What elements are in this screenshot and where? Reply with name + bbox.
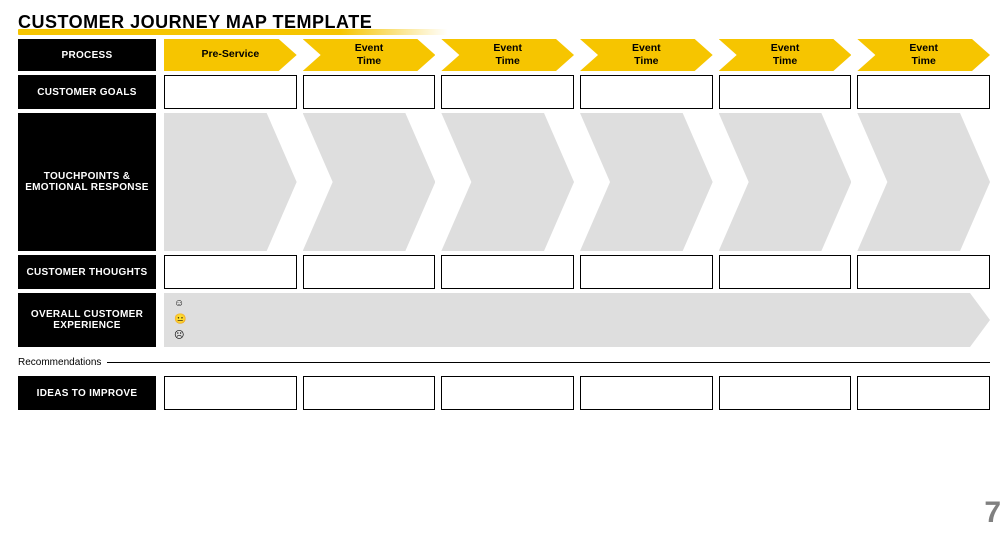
goal-cell[interactable] [580,75,713,109]
thought-cell[interactable] [303,255,436,289]
stage-label: Event Time [355,42,384,68]
stage-event-3: Event Time [580,39,713,71]
recommendations-label: Recommendations [18,357,101,368]
label-overall-experience: OVERALL CUSTOMER EXPERIENCE [18,293,156,347]
label-customer-goals: CUSTOMER GOALS [18,75,156,109]
thought-cell[interactable] [719,255,852,289]
page-title: CUSTOMER JOURNEY MAP TEMPLATE [18,12,990,33]
thought-cell[interactable] [580,255,713,289]
process-stages: Pre-Service Event Time Event Time Event … [164,39,990,71]
goal-cell[interactable] [303,75,436,109]
goal-cell[interactable] [441,75,574,109]
stage-pre-service: Pre-Service [164,39,297,71]
stage-label: Event Time [909,42,938,68]
stage-event-1: Event Time [303,39,436,71]
touchpoint-cell[interactable] [441,113,574,251]
happy-face-icon: ☺ [174,299,990,309]
row-ideas-to-improve: IDEAS TO IMPROVE [18,376,990,410]
ideas-cells [164,376,990,410]
idea-cell[interactable] [580,376,713,410]
page-number: 7 [984,496,1000,530]
thought-cell[interactable] [441,255,574,289]
touchpoint-cell[interactable] [857,113,990,251]
label-ideas-to-improve: IDEAS TO IMPROVE [18,376,156,410]
row-touchpoints: TOUCHPOINTS & EMOTIONAL RESPONSE [18,113,990,251]
label-touchpoints: TOUCHPOINTS & EMOTIONAL RESPONSE [18,113,156,251]
sad-face-icon: ☹ [174,331,990,341]
thought-cell[interactable] [857,255,990,289]
experience-arrow-wrap: ☺ 😐 ☹ [164,293,990,347]
stage-event-5: Event Time [857,39,990,71]
row-customer-goals: CUSTOMER GOALS [18,75,990,109]
idea-cell[interactable] [857,376,990,410]
row-process: PROCESS Pre-Service Event Time Event Tim… [18,39,990,71]
title-block: CUSTOMER JOURNEY MAP TEMPLATE [18,12,990,33]
row-customer-thoughts: CUSTOMER THOUGHTS [18,255,990,289]
stage-label: Pre-Service [201,48,259,61]
stage-event-2: Event Time [441,39,574,71]
neutral-face-icon: 😐 [174,315,990,325]
stage-event-4: Event Time [719,39,852,71]
divider-line [107,362,990,363]
idea-cell[interactable] [441,376,574,410]
touchpoint-cell[interactable] [580,113,713,251]
stage-label: Event Time [632,42,661,68]
goal-cell[interactable] [857,75,990,109]
recommendations-divider: Recommendations [18,357,990,368]
goal-cell[interactable] [719,75,852,109]
goal-cell[interactable] [164,75,297,109]
label-process: PROCESS [18,39,156,71]
experience-arrow[interactable]: ☺ 😐 ☹ [164,293,990,347]
touchpoint-cells [164,113,990,251]
journey-grid: PROCESS Pre-Service Event Time Event Tim… [18,39,990,410]
idea-cell[interactable] [303,376,436,410]
thought-cell[interactable] [164,255,297,289]
row-overall-experience: OVERALL CUSTOMER EXPERIENCE ☺ 😐 ☹ [18,293,990,347]
stage-label: Event Time [493,42,522,68]
stage-label: Event Time [771,42,800,68]
goals-cells [164,75,990,109]
label-customer-thoughts: CUSTOMER THOUGHTS [18,255,156,289]
touchpoint-cell[interactable] [719,113,852,251]
touchpoint-cell[interactable] [164,113,297,251]
idea-cell[interactable] [164,376,297,410]
thoughts-cells [164,255,990,289]
idea-cell[interactable] [719,376,852,410]
touchpoint-cell[interactable] [303,113,436,251]
